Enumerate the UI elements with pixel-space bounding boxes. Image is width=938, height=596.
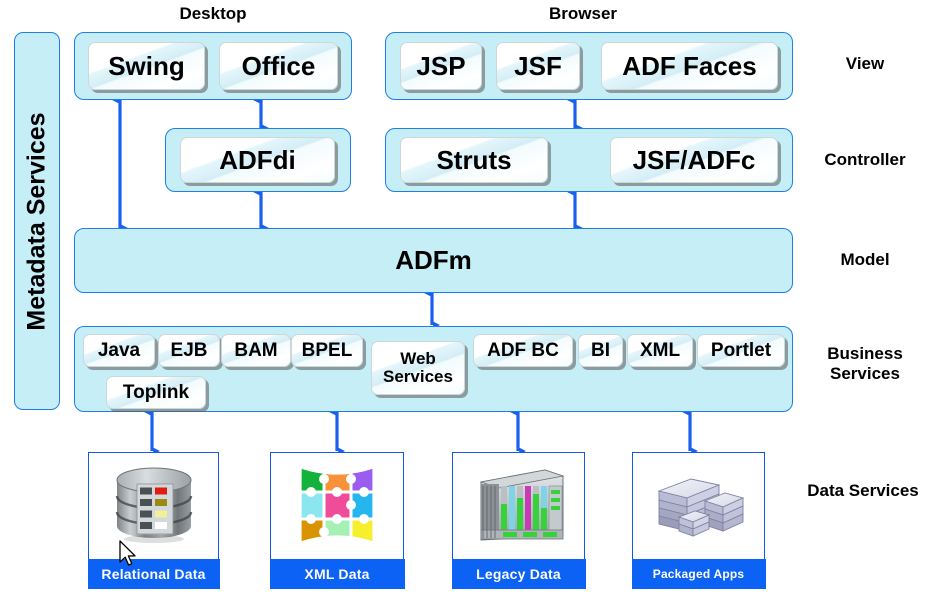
boxes-icon xyxy=(633,453,764,557)
chip-office[interactable]: Office xyxy=(219,42,338,90)
chip-swing[interactable]: Swing xyxy=(88,42,205,90)
data-card-legacy-label: Legacy Data xyxy=(451,558,586,589)
mouse-pointer-icon xyxy=(119,540,136,566)
chip-portlet[interactable]: Portlet xyxy=(697,334,785,367)
stage-label-data-services: Data Services xyxy=(807,481,919,500)
chip-ejb[interactable]: EJB xyxy=(158,334,220,367)
chip-bam[interactable]: BAM xyxy=(221,334,291,367)
metadata-services-bar[interactable]: Metadata Services xyxy=(14,32,60,410)
stage-label-view: View xyxy=(845,54,885,73)
chip-struts[interactable]: Struts xyxy=(400,137,548,183)
metadata-services-label: Metadata Services xyxy=(22,111,51,331)
data-card-packaged-label: Packaged Apps xyxy=(631,558,766,589)
chip-jsp[interactable]: JSP xyxy=(400,42,482,90)
database-icon xyxy=(89,453,218,557)
stage-label-controller: Controller xyxy=(824,150,906,169)
chip-xml[interactable]: XML xyxy=(627,334,693,367)
data-card-legacy[interactable]: Legacy Data xyxy=(451,452,586,589)
model-panel-label: ADFm xyxy=(395,245,472,275)
chip-bpel[interactable]: BPEL xyxy=(291,334,363,367)
chip-adfdi[interactable]: ADFdi xyxy=(180,137,335,183)
stage-label-business-services: Business Services xyxy=(827,344,903,384)
data-card-packaged[interactable]: Packaged Apps xyxy=(631,452,766,589)
chip-toplink[interactable]: Toplink xyxy=(106,376,206,409)
diagram-canvas: Desktop Browser Metadata Services Swing … xyxy=(0,0,938,596)
chip-adf-faces[interactable]: ADF Faces xyxy=(601,42,778,90)
chip-adf-bc[interactable]: ADF BC xyxy=(473,334,573,367)
data-card-xml[interactable]: XML Data xyxy=(269,452,405,589)
chip-jsf[interactable]: JSF xyxy=(496,42,580,90)
chip-java[interactable]: Java xyxy=(83,334,155,367)
chip-web-services[interactable]: Web Services xyxy=(371,341,465,395)
stage-label-model: Model xyxy=(840,250,890,269)
mainframe-icon xyxy=(453,453,584,557)
header-desktop: Desktop xyxy=(179,4,247,23)
puzzle-icon xyxy=(271,453,403,557)
data-card-relational[interactable]: Relational Data xyxy=(87,452,220,589)
chip-bi[interactable]: BI xyxy=(578,334,623,367)
data-card-xml-label: XML Data xyxy=(269,558,405,589)
header-browser: Browser xyxy=(548,4,618,23)
data-card-relational-label: Relational Data xyxy=(87,558,220,589)
chip-jsf-adfc[interactable]: JSF/ADFc xyxy=(610,137,778,183)
